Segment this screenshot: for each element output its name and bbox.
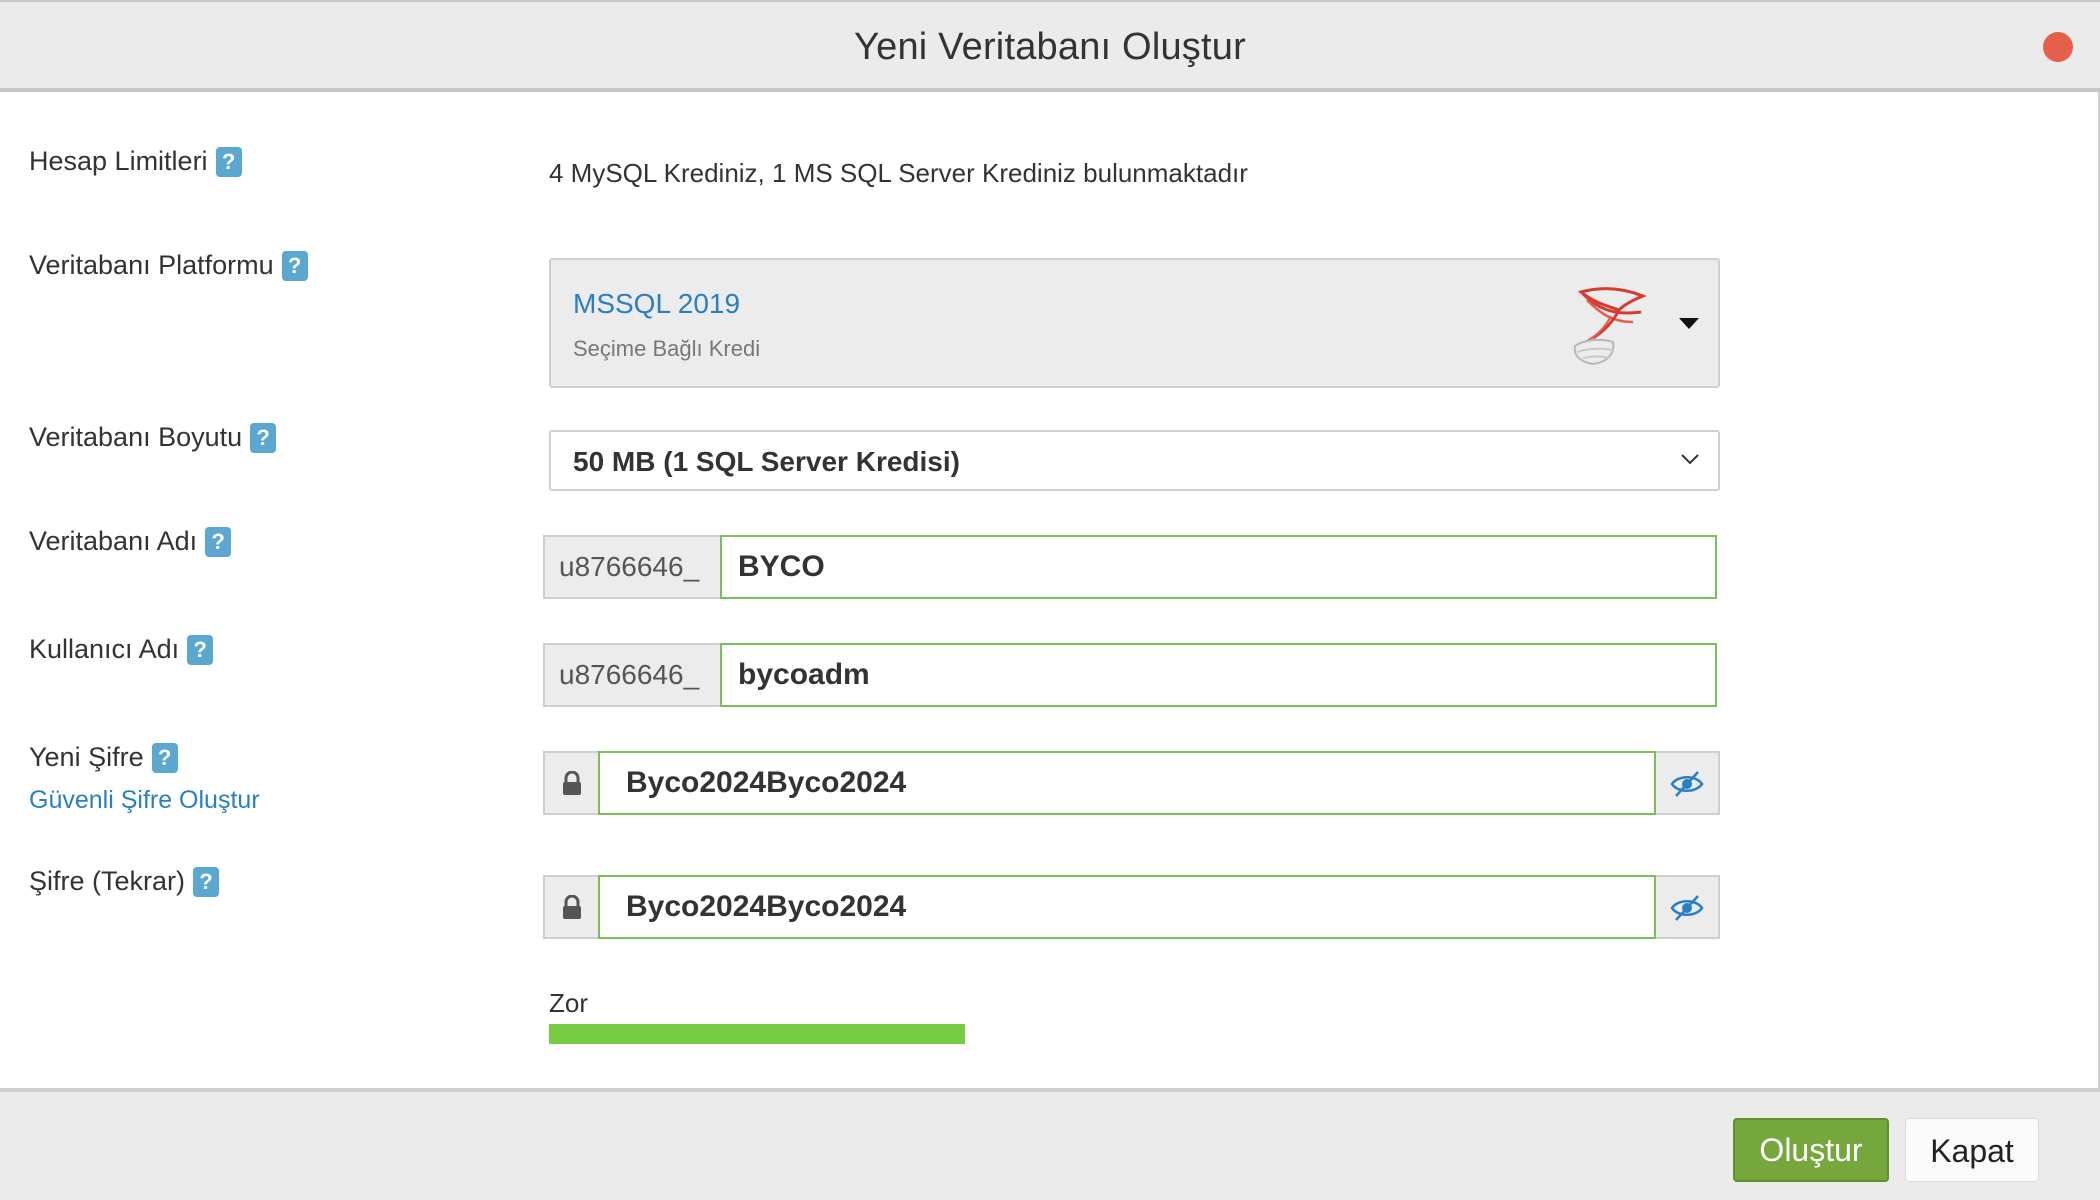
size-help-icon[interactable]: ? <box>250 422 277 453</box>
db-name-help-icon[interactable]: ? <box>205 526 232 557</box>
db-name-label: Veritabanı Adı ? <box>29 526 232 557</box>
sql-server-icon <box>1573 287 1648 366</box>
new-password-help-icon[interactable]: ? <box>151 742 178 773</box>
dialog-title: Yeni Veritabanı Oluştur <box>854 26 1246 68</box>
password-repeat-help-icon[interactable]: ? <box>193 866 220 897</box>
platform-selected-subtitle: Seçime Bağlı Kredi <box>573 336 761 361</box>
dialog-header: Yeni Veritabanı Oluştur <box>0 0 2100 92</box>
lock-icon <box>563 895 581 919</box>
password-strength-label: Zor <box>549 988 588 1018</box>
caret-down-icon <box>1679 318 1699 329</box>
chevron-down-icon <box>1681 454 1699 465</box>
lock-icon <box>563 771 581 795</box>
db-name-label-text: Veritabanı Adı <box>29 526 198 556</box>
platform-label-text: Veritabanı Platformu <box>29 250 274 280</box>
generate-password-link[interactable]: Güvenli Şifre Oluştur <box>29 786 260 815</box>
db-name-input[interactable]: BYCO <box>720 535 1717 599</box>
password-strength-fill <box>549 1024 965 1044</box>
new-password-input[interactable]: Byco2024Byco2024 <box>598 751 1656 815</box>
username-input[interactable]: bycoadm <box>720 643 1717 707</box>
new-password-lock-addon <box>543 751 599 815</box>
account-limits-help-icon[interactable]: ? <box>215 146 242 177</box>
username-label: Kullanıcı Adı ? <box>29 634 214 665</box>
dialog-footer: Oluştur Kapat <box>0 1088 2100 1200</box>
password-strength-bar <box>549 1024 965 1044</box>
close-dot-icon[interactable] <box>2043 32 2073 62</box>
create-database-dialog: Yeni Veritabanı Oluştur Hesap Limitleri … <box>0 0 2100 1200</box>
size-selected-value: 50 MB (1 SQL Server Kredisi) <box>573 446 960 477</box>
username-help-icon[interactable]: ? <box>187 634 214 665</box>
size-label: Veritabanı Boyutu ? <box>29 422 277 453</box>
eye-slash-icon <box>1670 771 1704 797</box>
close-button[interactable]: Kapat <box>1905 1118 2039 1182</box>
new-password-label: Yeni Şifre ? <box>29 742 178 773</box>
platform-selected-name: MSSQL 2019 <box>573 288 741 319</box>
platform-help-icon[interactable]: ? <box>281 250 308 281</box>
password-repeat-toggle[interactable] <box>1656 875 1720 939</box>
size-select[interactable]: 50 MB (1 SQL Server Kredisi) <box>549 430 1720 491</box>
size-label-text: Veritabanı Boyutu <box>29 422 243 452</box>
username-label-text: Kullanıcı Adı <box>29 634 180 664</box>
account-limits-label: Hesap Limitleri ? <box>29 146 242 177</box>
create-button[interactable]: Oluştur <box>1733 1118 1889 1182</box>
username-prefix: u8766646_ <box>543 643 721 707</box>
new-password-toggle[interactable] <box>1656 751 1720 815</box>
db-name-prefix: u8766646_ <box>543 535 721 599</box>
password-repeat-label-text: Şifre (Tekrar) <box>29 866 186 896</box>
platform-select[interactable]: MSSQL 2019 Seçime Bağlı Kredi <box>549 258 1720 388</box>
platform-label: Veritabanı Platformu ? <box>29 250 308 281</box>
account-limits-label-text: Hesap Limitleri <box>29 146 208 176</box>
eye-slash-icon <box>1670 895 1704 921</box>
password-repeat-input[interactable]: Byco2024Byco2024 <box>598 875 1656 939</box>
new-password-label-text: Yeni Şifre <box>29 742 144 772</box>
password-repeat-lock-addon <box>543 875 599 939</box>
password-repeat-label: Şifre (Tekrar) ? <box>29 866 220 897</box>
account-limits-value: 4 MySQL Krediniz, 1 MS SQL Server Kredin… <box>549 158 1248 188</box>
